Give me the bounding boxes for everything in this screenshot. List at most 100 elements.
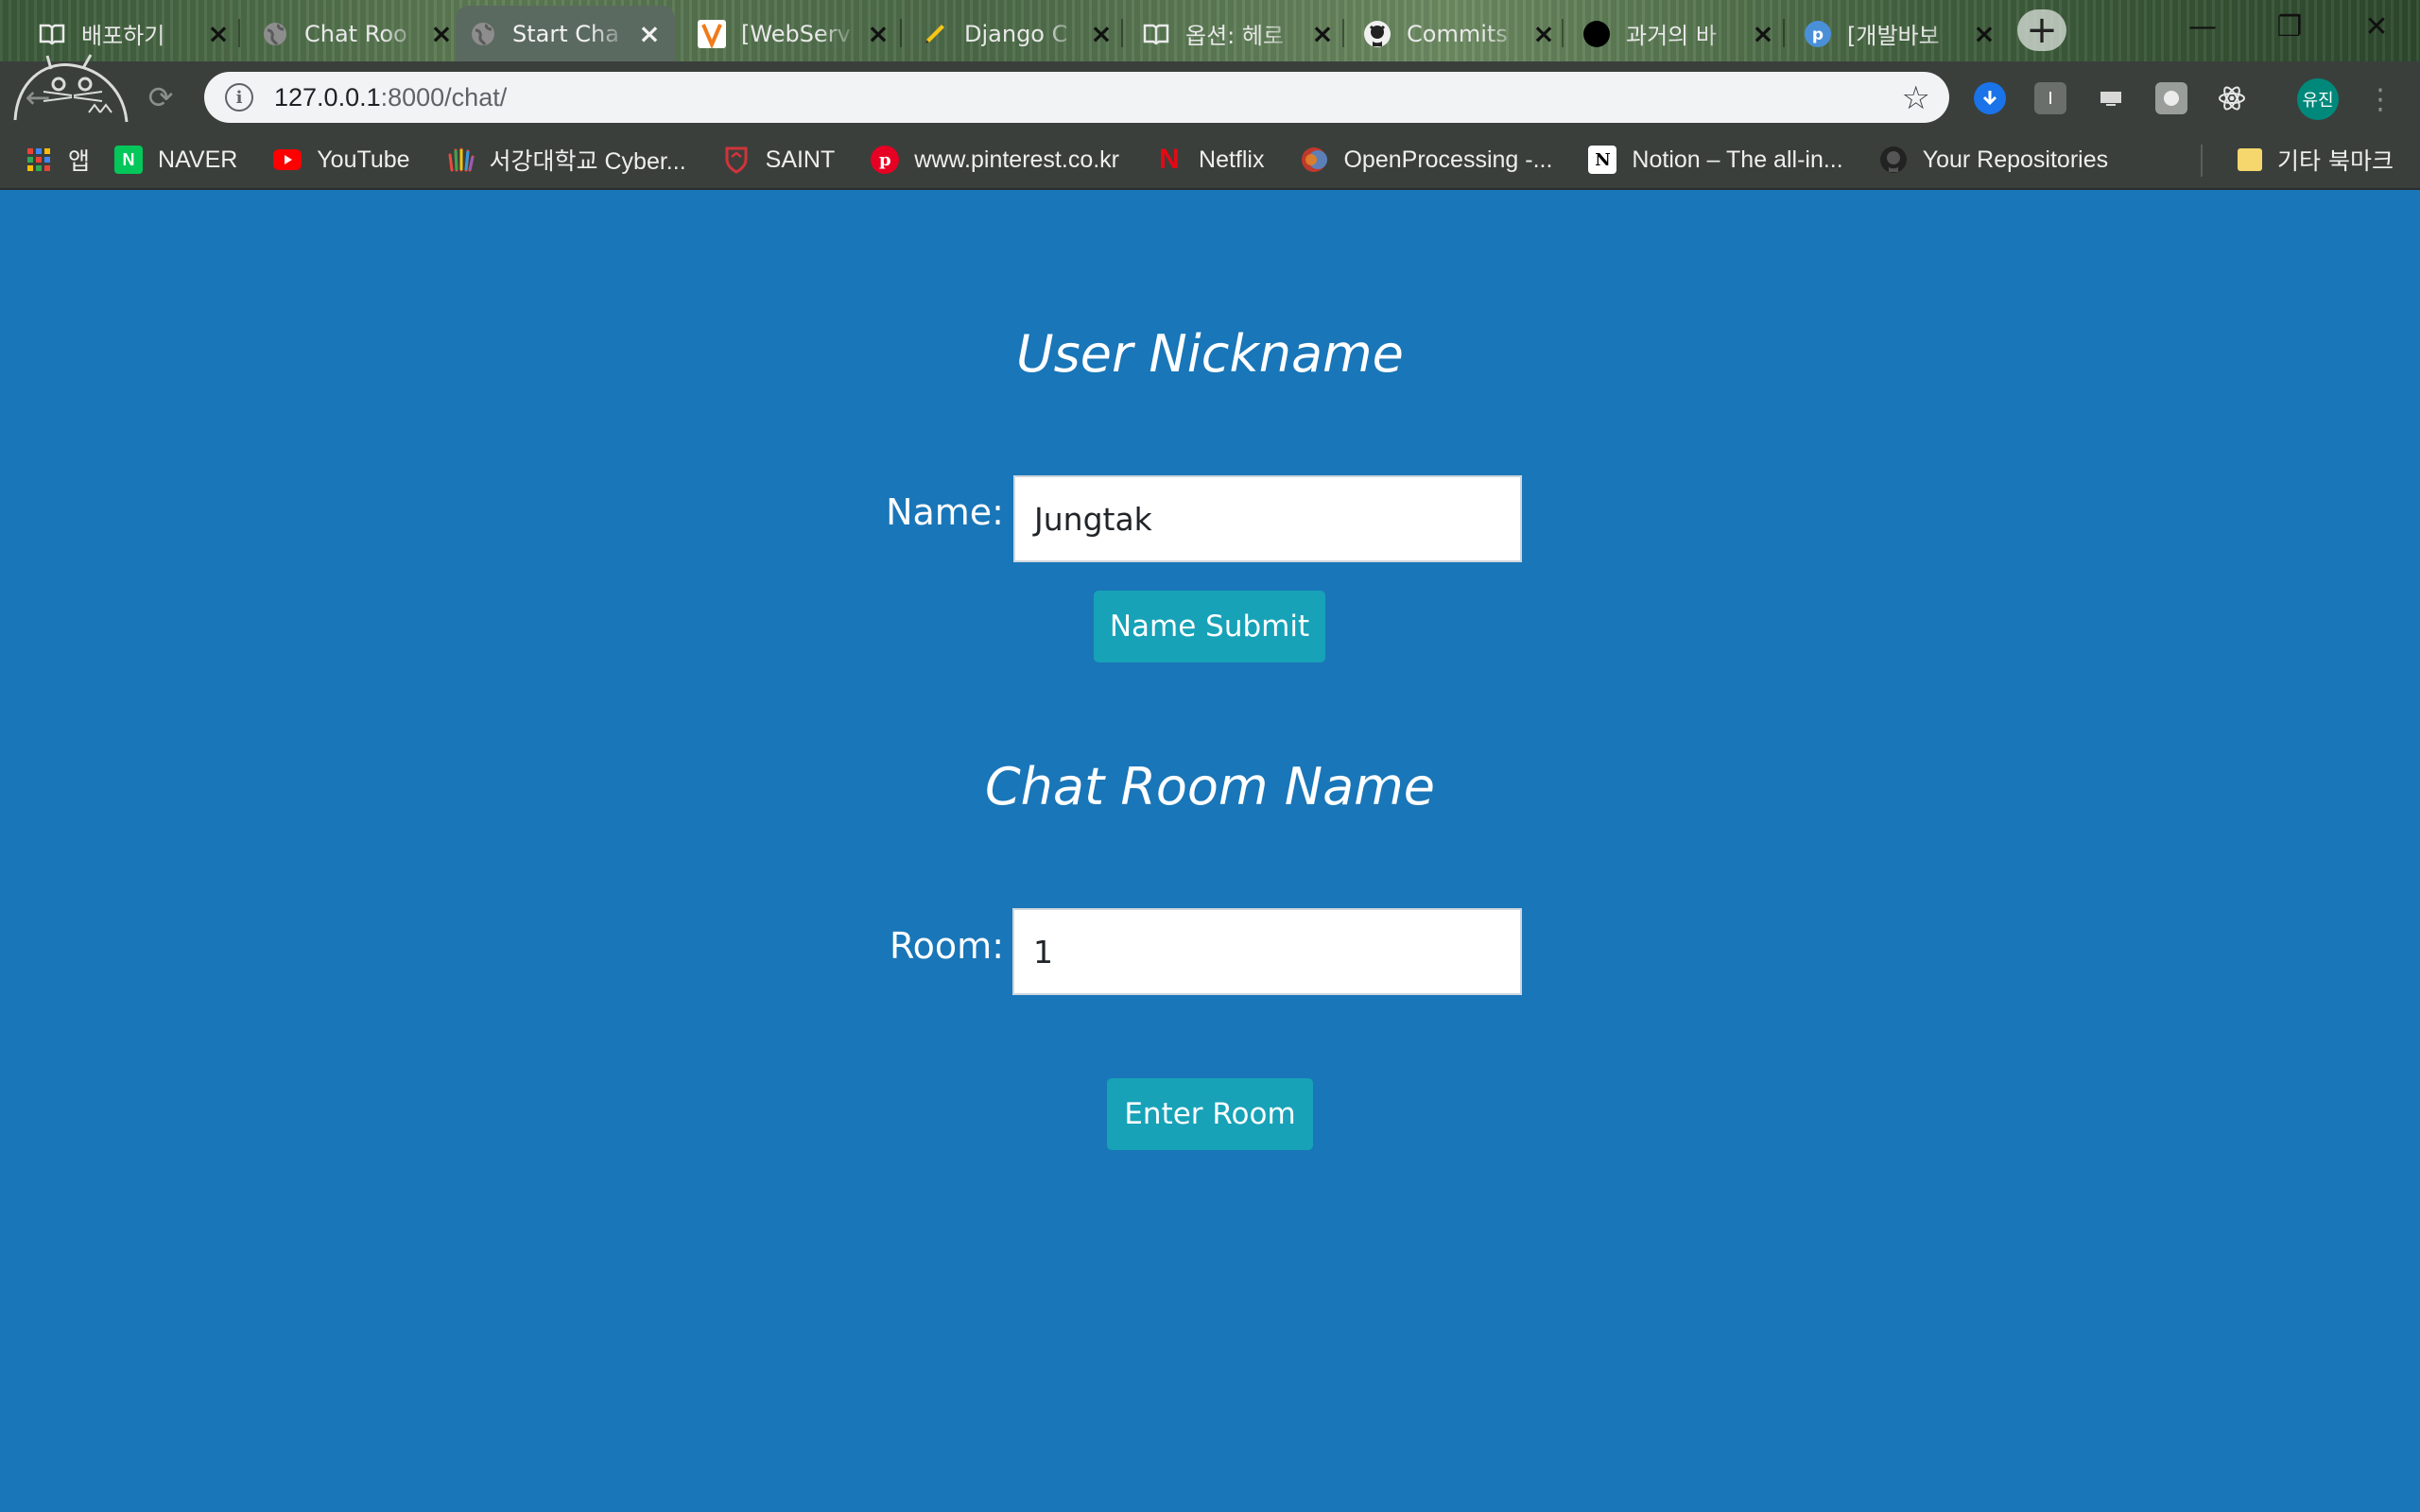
enter-room-button[interactable]: Enter Room bbox=[1107, 1078, 1313, 1150]
v-logo-icon bbox=[698, 19, 726, 48]
tab-7[interactable]: Commits × bbox=[1350, 6, 1569, 61]
bookmark-label: SAINT bbox=[765, 146, 836, 173]
close-icon: ✕ bbox=[2364, 9, 2389, 43]
restore-button[interactable]: ❐ bbox=[2246, 0, 2333, 53]
book-icon bbox=[38, 20, 66, 48]
close-window-button[interactable]: ✕ bbox=[2333, 0, 2420, 53]
bookmark-sogang-cyber[interactable]: 서강대학교 Cyber... bbox=[446, 143, 686, 177]
svg-text:p: p bbox=[1812, 26, 1824, 44]
minimize-icon: — bbox=[2188, 9, 2217, 43]
tab-title: 배포하기 bbox=[81, 23, 165, 49]
profile-avatar[interactable]: 유진 bbox=[2297, 78, 2339, 120]
browser-toolbar: ← ⟳ i 127.0.0.1:8000/chat/ ☆ I 유진 ⋮ bbox=[0, 54, 2420, 131]
info-icon[interactable]: i bbox=[225, 83, 253, 112]
tab-title: [개발바보 bbox=[1847, 23, 1940, 49]
youtube-icon bbox=[273, 146, 302, 174]
close-icon[interactable]: × bbox=[1531, 18, 1556, 49]
other-bookmarks[interactable]: 기타 북마크 bbox=[2238, 143, 2394, 177]
bookmark-label: 앱 bbox=[68, 148, 91, 175]
bookmark-notion[interactable]: N Notion – The all-in... bbox=[1588, 146, 1843, 174]
shield-logo-icon bbox=[722, 146, 751, 174]
close-icon[interactable]: × bbox=[1089, 18, 1114, 49]
bookmark-label: www.pinterest.co.kr bbox=[914, 146, 1120, 173]
tab-title: Start Cha bbox=[512, 20, 619, 47]
bookmark-label: Notion – The all-in... bbox=[1632, 146, 1843, 173]
tab-4[interactable]: [WebServ × bbox=[684, 6, 904, 61]
globe-icon bbox=[261, 20, 289, 48]
close-icon[interactable]: × bbox=[206, 18, 231, 49]
minimize-button[interactable]: — bbox=[2159, 0, 2246, 53]
bookmark-bar: 앱 N NAVER YouTube 서강대학교 Cyber... SAINT p… bbox=[0, 131, 2420, 190]
react-devtools-icon[interactable] bbox=[2216, 82, 2248, 114]
tab-title: 과거의 바 bbox=[1626, 23, 1717, 49]
bookmark-saint[interactable]: SAINT bbox=[722, 146, 836, 174]
bookmark-label: Your Repositories bbox=[1922, 146, 2109, 173]
reload-icon: ⟳ bbox=[147, 79, 174, 115]
tab-9[interactable]: p [개발바보 × bbox=[1790, 6, 2010, 61]
back-button[interactable]: ← bbox=[19, 78, 57, 116]
tab-separator bbox=[900, 19, 902, 47]
close-icon[interactable]: × bbox=[1310, 18, 1335, 49]
bookmark-label: OpenProcessing -... bbox=[1343, 146, 1553, 173]
room-input[interactable]: 1 bbox=[1012, 908, 1522, 995]
user-nickname-heading: User Nickname bbox=[1016, 324, 1404, 384]
instapaper-extension-icon[interactable]: I bbox=[2034, 82, 2066, 114]
bookmark-pinterest[interactable]: p www.pinterest.co.kr bbox=[871, 146, 1119, 174]
close-icon[interactable]: × bbox=[866, 18, 890, 49]
tab-separator bbox=[1342, 19, 1344, 47]
close-icon[interactable]: × bbox=[1972, 18, 1996, 49]
bookmark-your-repositories[interactable]: Your Repositories bbox=[1879, 146, 2108, 174]
bookmark-naver[interactable]: N NAVER bbox=[114, 146, 237, 174]
url-path: :8000/chat/ bbox=[380, 82, 508, 112]
hand-logo-icon bbox=[446, 146, 475, 174]
gray-extension-icon[interactable] bbox=[2155, 82, 2187, 114]
tab-8[interactable]: 과거의 바 × bbox=[1569, 6, 1789, 61]
tab-5[interactable]: Django C × bbox=[908, 6, 1127, 61]
bookmark-label: YouTube bbox=[317, 146, 410, 173]
address-bar[interactable]: i 127.0.0.1:8000/chat/ ☆ bbox=[204, 72, 1949, 123]
tab-title: 옵션: 헤로 bbox=[1185, 23, 1285, 49]
notion-icon: N bbox=[1588, 146, 1617, 174]
screen-extension-icon[interactable] bbox=[2095, 82, 2127, 114]
openprocessing-icon bbox=[1300, 146, 1328, 174]
tab-separator bbox=[238, 19, 240, 47]
close-icon[interactable]: × bbox=[1751, 18, 1775, 49]
book-icon bbox=[1142, 20, 1170, 48]
tab-6[interactable]: 옵션: 헤로 × bbox=[1129, 6, 1348, 61]
bookmark-openprocessing[interactable]: OpenProcessing -... bbox=[1300, 146, 1552, 174]
tab-separator bbox=[1783, 19, 1785, 47]
tab-title: Commits bbox=[1407, 20, 1508, 47]
netflix-icon: N bbox=[1159, 144, 1180, 175]
name-input[interactable]: Jungtak bbox=[1013, 475, 1522, 562]
naver-icon: N bbox=[114, 146, 144, 174]
room-label: Room: bbox=[889, 925, 1004, 967]
chat-room-name-heading: Chat Room Name bbox=[984, 757, 1436, 816]
url-text[interactable]: 127.0.0.1:8000/chat/ bbox=[274, 83, 507, 112]
tab-separator bbox=[1121, 19, 1123, 47]
close-icon[interactable]: × bbox=[637, 18, 662, 49]
reload-button[interactable]: ⟳ bbox=[142, 78, 180, 116]
restore-icon: ❐ bbox=[2276, 9, 2303, 43]
folder-icon bbox=[2238, 148, 2263, 171]
other-bookmarks-label: 기타 북마크 bbox=[2277, 147, 2394, 175]
pinterest-icon: p bbox=[871, 146, 900, 174]
tab-title: Django C bbox=[964, 20, 1068, 47]
tab-3-active[interactable]: Start Cha × bbox=[456, 6, 675, 61]
bookmark-label: NAVER bbox=[158, 146, 238, 173]
bookmark-star-icon[interactable]: ☆ bbox=[1902, 79, 1930, 117]
apps-grid-icon bbox=[25, 146, 53, 174]
name-submit-button[interactable]: Name Submit bbox=[1094, 591, 1325, 662]
github-icon bbox=[1363, 20, 1392, 48]
download-extension-icon[interactable] bbox=[1974, 82, 2006, 114]
new-tab-button[interactable]: + bbox=[2017, 9, 2066, 52]
bookmark-youtube[interactable]: YouTube bbox=[273, 146, 410, 174]
bookmark-netflix[interactable]: N Netflix bbox=[1155, 144, 1264, 175]
bookmark-apps[interactable]: 앱 bbox=[25, 143, 90, 177]
tab-2[interactable]: Chat Roo × bbox=[248, 6, 467, 61]
pencil-icon bbox=[921, 20, 949, 48]
more-menu-icon[interactable]: ⋮ bbox=[2366, 80, 2394, 118]
arrow-left-icon: ← bbox=[25, 79, 51, 115]
close-icon[interactable]: × bbox=[429, 18, 454, 49]
p-logo-icon: p bbox=[1804, 20, 1832, 48]
tab-1[interactable]: 배포하기 × bbox=[25, 6, 244, 61]
